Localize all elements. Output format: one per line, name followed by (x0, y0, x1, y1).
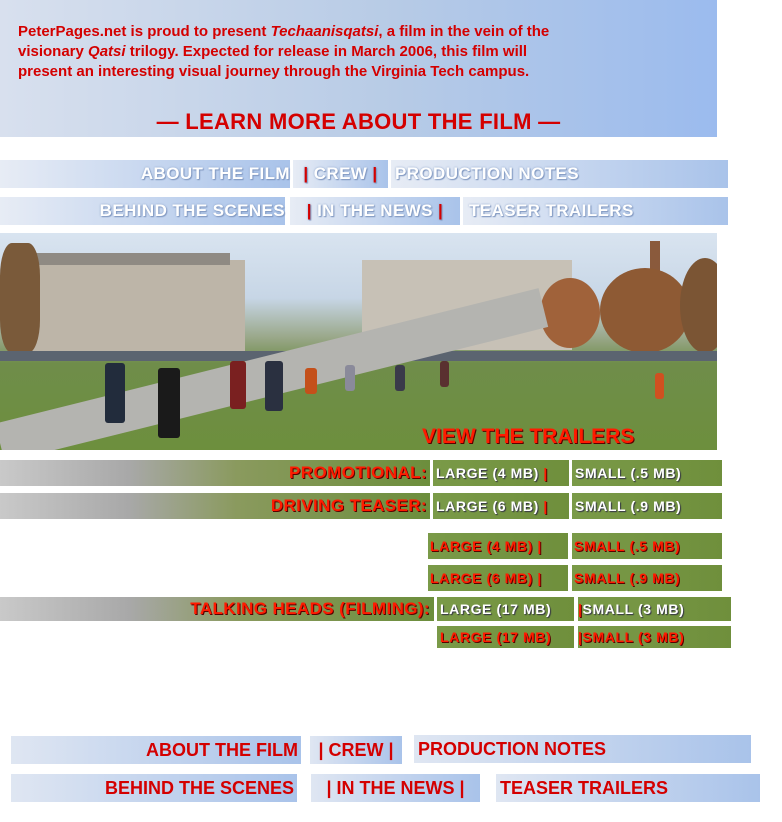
pedestrian (158, 368, 180, 438)
intro-line2-end: trilogy. Expected for release in March 2… (125, 43, 528, 60)
alt-driving-small-link[interactable]: SMALL (.9 MB) (572, 565, 722, 591)
bottom-about-label: ABOUT THE FILM (146, 740, 298, 760)
pedestrian (345, 365, 355, 391)
building-roof (30, 253, 230, 265)
intro-line1-end: , a film in the vein of the (378, 23, 550, 40)
view-trailers-heading: VIEW THE TRAILERS (422, 425, 635, 448)
nav-teaser-trailers[interactable]: TEASER TRAILERS (463, 197, 728, 225)
bottom-nav-crew[interactable]: | CREW | (310, 736, 402, 764)
promo-small-link[interactable]: SMALL (.5 MB) (572, 460, 722, 486)
learn-more-link[interactable]: — LEARN MORE ABOUT THE FILM — (0, 109, 717, 135)
nav-crew-label: CREW (313, 164, 368, 183)
film-title: Techaanisqatsi (270, 23, 379, 40)
nav-production-notes[interactable]: PRODUCTION NOTES (391, 160, 728, 188)
nav-crew[interactable]: | CREW | (293, 160, 388, 188)
pedestrian (230, 361, 246, 409)
bottom-nav-about-film[interactable]: ABOUT THE FILM (11, 736, 301, 764)
talking-small-label: SMALL (3 MB) (582, 601, 685, 617)
pedestrian (305, 368, 317, 394)
pedestrian (105, 363, 125, 423)
nav-in-the-news[interactable]: | IN THE NEWS | (290, 197, 460, 225)
tree (540, 278, 600, 348)
alt-promo-small-link[interactable]: SMALL (.5 MB) (572, 533, 722, 559)
bottom-teaser-label: TEASER TRAILERS (500, 778, 669, 798)
pedestrian (265, 361, 283, 411)
link-separator: | (543, 498, 548, 514)
intro-line2: visionary (18, 43, 89, 60)
nav-separator: | (372, 164, 378, 183)
alt-talking-large-link[interactable]: LARGE (17 MB) (437, 626, 574, 648)
pedestrian (395, 365, 405, 391)
driving-large-link[interactable]: LARGE (6 MB) | (433, 493, 569, 519)
alt-talking-small-label: SMALL (3 MB) (582, 629, 685, 645)
driving-small-link[interactable]: SMALL (.9 MB) (572, 493, 722, 519)
nav-separator: | (303, 164, 309, 183)
nav-behind-scenes[interactable]: BEHIND THE SCENES (0, 197, 285, 225)
pedestrian (440, 361, 449, 387)
alt-promo-large-label: LARGE (4 MB) (430, 538, 533, 554)
link-separator: | (537, 538, 542, 554)
nav-production-label: PRODUCTION NOTES (395, 164, 579, 183)
bottom-news-label: | IN THE NEWS | (326, 778, 465, 798)
link-separator: | (543, 465, 548, 481)
nav-about-film[interactable]: ABOUT THE FILM (0, 160, 290, 188)
promo-large-link[interactable]: LARGE (4 MB) | (433, 460, 569, 486)
alt-promo-small-label: SMALL (.5 MB) (574, 538, 681, 554)
nav-behind-label: BEHIND THE SCENES (99, 201, 285, 220)
alt-driving-large-link[interactable]: LARGE (6 MB) | (428, 565, 568, 591)
talking-small-link[interactable]: |SMALL (3 MB) (578, 597, 731, 621)
talking-large-link[interactable]: LARGE (17 MB) (437, 597, 574, 621)
alt-driving-small-label: SMALL (.9 MB) (574, 570, 681, 586)
intro-line3: present an interesting visual journey th… (18, 63, 530, 80)
campus-photo (0, 233, 717, 450)
promo-large-label: LARGE (4 MB) (436, 465, 539, 481)
talking-heads-label: TALKING HEADS (FILMING): (190, 599, 430, 618)
building-left (20, 260, 245, 355)
promo-small-label: SMALL (.5 MB) (575, 465, 682, 481)
bottom-crew-label: | CREW | (318, 740, 394, 760)
trilogy-name: Qatsi (88, 43, 126, 60)
alt-promo-large-link[interactable]: LARGE (4 MB) | (428, 533, 568, 559)
bottom-production-label: PRODUCTION NOTES (418, 739, 607, 759)
alt-talking-large-label: LARGE (17 MB) (440, 629, 552, 645)
driving-teaser-label: DRIVING TEASER: (270, 496, 427, 515)
nav-teaser-label: TEASER TRAILERS (469, 201, 634, 220)
tree (680, 258, 717, 353)
nav-separator: | (306, 201, 312, 220)
alt-talking-small-link[interactable]: |SMALL (3 MB) (578, 626, 731, 648)
link-separator: | (537, 570, 542, 586)
promotional-label: PROMOTIONAL: (289, 463, 427, 482)
talking-large-label: LARGE (17 MB) (440, 601, 552, 617)
nav-separator: | (438, 201, 444, 220)
driving-small-label: SMALL (.9 MB) (575, 498, 682, 514)
bottom-nav-behind-scenes[interactable]: BEHIND THE SCENES (11, 774, 297, 802)
bottom-nav-production-notes[interactable]: PRODUCTION NOTES (414, 735, 751, 763)
bottom-nav-in-the-news[interactable]: | IN THE NEWS | (311, 774, 480, 802)
tree (600, 268, 690, 353)
nav-news-label: IN THE NEWS (317, 201, 433, 220)
bottom-nav-teaser-trailers[interactable]: TEASER TRAILERS (496, 774, 760, 802)
driving-large-label: LARGE (6 MB) (436, 498, 539, 514)
alt-driving-large-label: LARGE (6 MB) (430, 570, 533, 586)
tree (0, 243, 40, 353)
nav-about-label: ABOUT THE FILM (140, 164, 290, 183)
intro-text: PeterPages.net is proud to present Techa… (18, 22, 708, 82)
pedestrian (655, 373, 664, 399)
intro-line1: PeterPages.net is proud to present (18, 23, 271, 40)
bottom-behind-label: BEHIND THE SCENES (104, 778, 294, 798)
